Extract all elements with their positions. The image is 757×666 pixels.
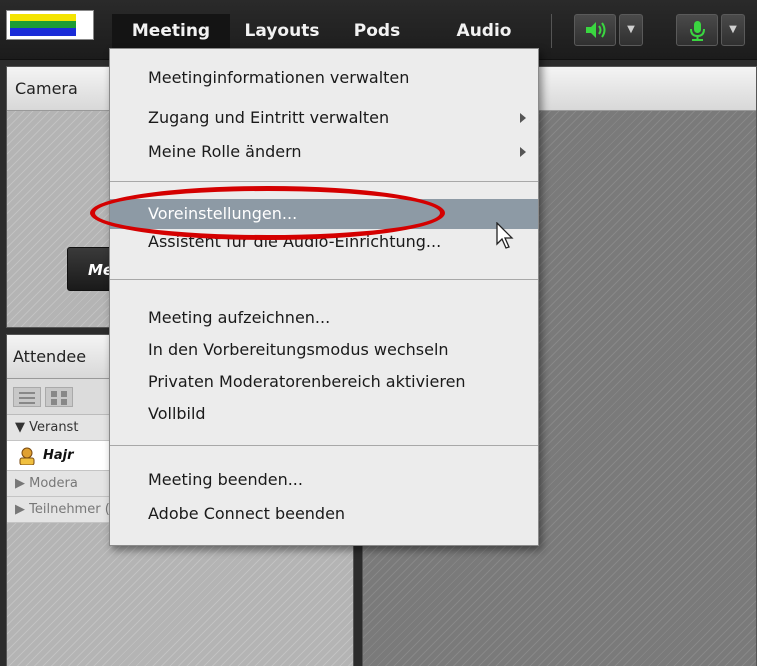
menu-item-label: Meine Rolle ändern xyxy=(148,142,302,161)
menu-item-fullscreen[interactable]: Vollbild xyxy=(110,399,538,429)
menu-pods[interactable]: Pods xyxy=(334,14,420,48)
microphone-dropdown[interactable]: ▼ xyxy=(721,14,745,46)
mouse-cursor-icon xyxy=(496,222,514,249)
speaker-icon xyxy=(586,22,606,38)
menu-separator xyxy=(110,279,538,280)
user-avatar-icon xyxy=(19,447,35,465)
menu-item-manage-meeting-info[interactable]: Meetinginformationen verwalten xyxy=(110,63,538,93)
submenu-arrow-icon xyxy=(520,147,526,157)
menu-separator xyxy=(110,445,538,446)
menu-item-manage-access[interactable]: Zugang und Eintritt verwalten xyxy=(110,103,538,133)
menu-divider xyxy=(551,14,552,48)
menu-item-change-role[interactable]: Meine Rolle ändern xyxy=(110,137,538,167)
attendee-name: Hajr xyxy=(43,448,74,463)
menu-item-preferences[interactable]: Voreinstellungen... xyxy=(110,199,538,229)
app-logo xyxy=(6,10,94,40)
menu-item-record-meeting[interactable]: Meeting aufzeichnen... xyxy=(110,303,538,333)
menu-item-exit-adobe-connect[interactable]: Adobe Connect beenden xyxy=(110,499,538,529)
microphone-icon xyxy=(690,21,705,41)
menu-item-end-meeting[interactable]: Meeting beenden... xyxy=(110,465,538,495)
meeting-menu-dropdown: Meetinginformationen verwalten Zugang un… xyxy=(109,48,539,546)
menu-item-audio-setup-wizard[interactable]: Assistent für die Audio-Einrichtung... xyxy=(110,227,538,257)
menu-layouts[interactable]: Layouts xyxy=(232,14,332,48)
menu-separator xyxy=(110,181,538,182)
menu-audio[interactable]: Audio xyxy=(444,14,524,48)
speaker-dropdown[interactable]: ▼ xyxy=(619,14,643,46)
menu-item-prepare-mode[interactable]: In den Vorbereitungsmodus wechseln xyxy=(110,335,538,365)
menu-item-private-presenter-area[interactable]: Privaten Moderatorenbereich aktivieren xyxy=(110,367,538,397)
microphone-button[interactable] xyxy=(676,14,718,46)
submenu-arrow-icon xyxy=(520,113,526,123)
grid-view-button[interactable] xyxy=(45,387,73,407)
menu-meeting[interactable]: Meeting xyxy=(112,14,230,48)
menu-item-label: Zugang und Eintritt verwalten xyxy=(148,108,390,127)
speaker-button[interactable] xyxy=(574,14,616,46)
list-view-button[interactable] xyxy=(13,387,41,407)
